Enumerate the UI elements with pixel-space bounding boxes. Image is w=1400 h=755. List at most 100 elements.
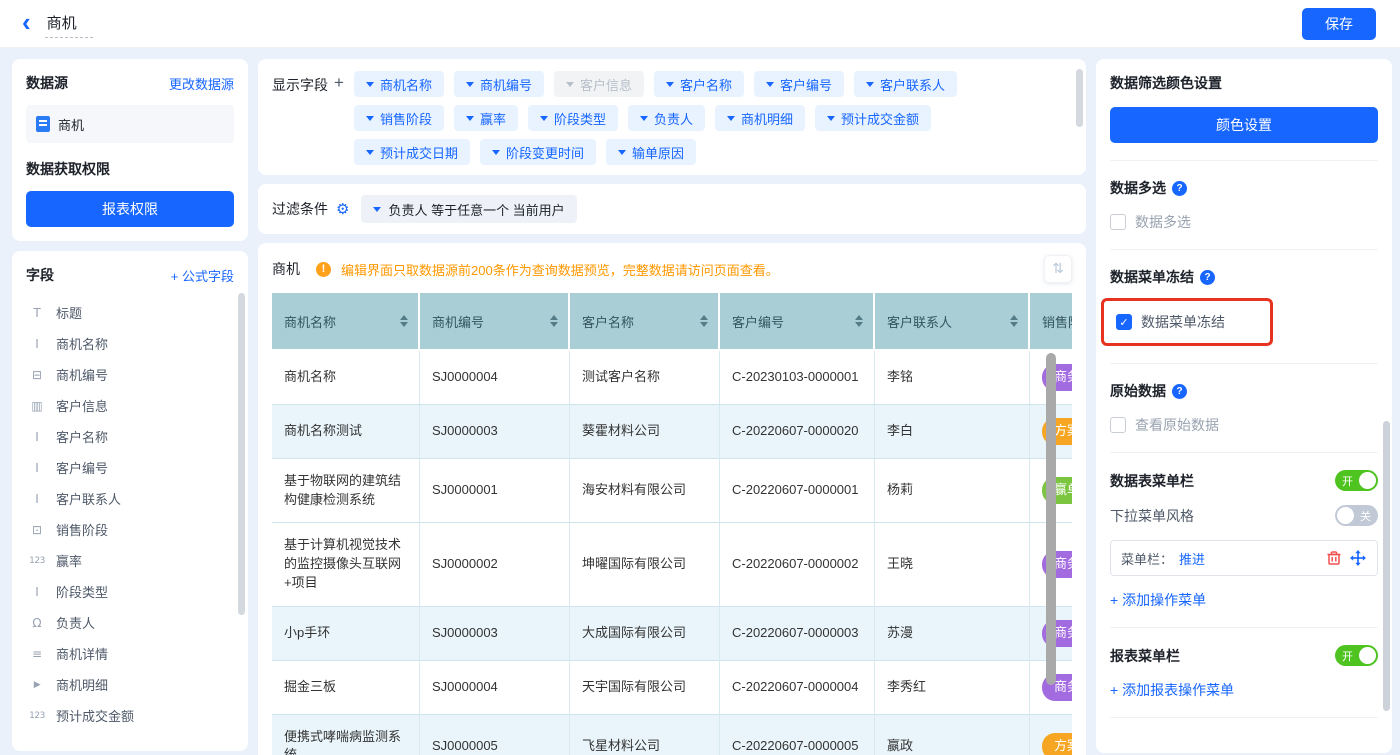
field-item[interactable]: Ω 负责人 xyxy=(26,607,234,638)
table-row[interactable]: 小p手环 SJ0000003 大成国际有限公司 C-20220607-00000… xyxy=(272,607,1072,661)
cell-customer-name: 测试客户名称 xyxy=(570,351,720,405)
field-label: 销售阶段 xyxy=(56,520,108,539)
cell-contact: 嬴政 xyxy=(875,715,1030,755)
display-field-chip[interactable]: 阶段变更时间 xyxy=(480,139,596,165)
table-row[interactable]: 商机名称 SJ0000004 测试客户名称 C-20230103-0000001… xyxy=(272,351,1072,405)
report-permission-button[interactable]: 报表权限 xyxy=(26,191,234,227)
column-header[interactable]: 客户联系人 xyxy=(875,293,1030,349)
datasource-name: 商机 xyxy=(58,115,84,134)
datasource-heading: 数据源 xyxy=(26,73,68,93)
field-item[interactable]: 123 赢率 xyxy=(26,545,234,576)
help-icon[interactable]: ? xyxy=(1172,384,1187,399)
checkbox-unchecked[interactable] xyxy=(1110,417,1126,433)
toggle-off-label: 关 xyxy=(1360,508,1371,524)
page-title[interactable]: 商机 xyxy=(45,10,93,38)
field-item[interactable]: ≡ 商机详情 xyxy=(26,638,234,669)
color-setting-button[interactable]: 颜色设置 xyxy=(1110,107,1378,143)
display-field-chip[interactable]: 销售阶段 xyxy=(354,105,444,131)
cell-contact: 李秀红 xyxy=(875,661,1030,715)
chips-scrollbar[interactable] xyxy=(1076,69,1083,127)
menu-freeze-heading: 数据菜单冻结 xyxy=(1110,267,1194,287)
raw-data-checkbox-row[interactable]: 查看原始数据 xyxy=(1110,415,1378,435)
multi-select-checkbox-row[interactable]: 数据多选 xyxy=(1110,212,1378,232)
table-row[interactable]: 掘金三板 SJ0000004 天宇国际有限公司 C-20220607-00000… xyxy=(272,661,1072,715)
checkbox-unchecked[interactable] xyxy=(1110,214,1126,230)
chip-label: 输单原因 xyxy=(632,143,684,162)
sort-icon[interactable] xyxy=(700,311,708,331)
column-header[interactable]: 商机名称 xyxy=(272,293,420,349)
menu-item-value[interactable]: 推进 xyxy=(1179,549,1319,568)
trash-icon[interactable] xyxy=(1325,549,1343,567)
preview-warning-text: 编辑界面只取数据源前200条作为查询数据预览，完整数据请访问页面查看。 xyxy=(341,260,1034,279)
display-field-chip[interactable]: 客户信息 xyxy=(554,71,644,97)
right-settings-panel: 数据筛选颜色设置 颜色设置 数据多选 ? 数据多选 数据菜单冻结 ? ✓ 数据菜… xyxy=(1096,59,1392,753)
display-field-chip[interactable]: 预计成交日期 xyxy=(354,139,470,165)
field-label: 客户联系人 xyxy=(56,489,121,508)
sort-icon[interactable] xyxy=(400,311,408,331)
add-display-field-button[interactable]: + xyxy=(334,73,344,93)
help-icon[interactable]: ? xyxy=(1200,270,1215,285)
field-item[interactable]: I 客户联系人 xyxy=(26,483,234,514)
fields-scrollbar[interactable] xyxy=(238,293,245,615)
move-icon[interactable] xyxy=(1349,549,1367,567)
sort-icon[interactable] xyxy=(1010,311,1018,331)
field-item[interactable]: I 客户名称 xyxy=(26,421,234,452)
display-field-chip[interactable]: 赢率 xyxy=(454,105,518,131)
display-field-chip[interactable]: 阶段类型 xyxy=(528,105,618,131)
change-datasource-link[interactable]: 更改数据源 xyxy=(169,74,234,93)
field-item[interactable]: ▦ 预计成交日期 xyxy=(26,731,234,737)
field-item[interactable]: I 阶段类型 xyxy=(26,576,234,607)
display-field-chip[interactable]: 负责人 xyxy=(628,105,705,131)
field-item[interactable]: ⊡ 销售阶段 xyxy=(26,514,234,545)
table-row[interactable]: 基于计算机视觉技术的监控摄像头互联网+项目 SJ0000002 坤曜国际有限公司… xyxy=(272,523,1072,607)
display-field-chip[interactable]: 预计成交金额 xyxy=(815,105,931,131)
field-item[interactable]: ⊟ 商机编号 xyxy=(26,359,234,390)
table-row[interactable]: 商机名称测试 SJ0000003 葵霍材料公司 C-20220607-00000… xyxy=(272,405,1072,459)
field-item[interactable]: T 标题 xyxy=(26,297,234,328)
display-field-chip[interactable]: 客户名称 xyxy=(654,71,744,97)
help-icon[interactable]: ? xyxy=(1172,181,1187,196)
gear-icon[interactable]: ⚙ xyxy=(336,200,349,218)
chevron-down-icon xyxy=(466,82,474,91)
dropdown-style-toggle[interactable]: 关 xyxy=(1335,505,1378,526)
filter-condition-chip[interactable]: 负责人 等于任意一个 当前用户 xyxy=(361,195,576,223)
sort-icon[interactable] xyxy=(855,311,863,331)
display-field-chip[interactable]: 商机编号 xyxy=(454,71,544,97)
column-header[interactable]: 销售阶段 xyxy=(1030,293,1072,349)
display-field-chip[interactable]: 商机名称 xyxy=(354,71,444,97)
field-label: 商机详情 xyxy=(56,644,108,663)
column-header[interactable]: 客户名称 xyxy=(570,293,720,349)
field-item[interactable]: I 商机名称 xyxy=(26,328,234,359)
column-header[interactable]: 商机编号 xyxy=(420,293,570,349)
document-icon xyxy=(36,116,50,132)
display-field-chip[interactable]: 商机明细 xyxy=(715,105,805,131)
display-field-chip[interactable]: 客户编号 xyxy=(754,71,844,97)
add-report-action-menu-link[interactable]: + 添加报表操作菜单 xyxy=(1110,680,1234,700)
right-panel-scrollbar[interactable] xyxy=(1383,421,1390,711)
table-row[interactable]: 基于物联网的建筑结构健康检测系统 SJ0000001 海安材料有限公司 C-20… xyxy=(272,459,1072,524)
report-menu-toggle[interactable]: 开 xyxy=(1335,645,1378,666)
checkbox-checked[interactable]: ✓ xyxy=(1116,314,1132,330)
display-field-chip[interactable]: 输单原因 xyxy=(606,139,696,165)
add-action-menu-link[interactable]: + 添加操作菜单 xyxy=(1110,590,1206,610)
sort-icon[interactable] xyxy=(550,311,558,331)
save-button[interactable]: 保存 xyxy=(1302,8,1376,40)
field-item[interactable]: ▶ 商机明细 xyxy=(26,669,234,700)
display-field-chip[interactable]: 客户联系人 xyxy=(854,71,957,97)
field-item[interactable]: I 客户编号 xyxy=(26,452,234,483)
permission-heading: 数据获取权限 xyxy=(26,159,234,179)
field-item[interactable]: ▥ 客户信息 xyxy=(26,390,234,421)
vertical-scrollbar[interactable] xyxy=(1046,353,1056,685)
menu-freeze-checkbox-row[interactable]: ✓ 数据菜单冻结 xyxy=(1116,312,1258,332)
column-header[interactable]: 客户编号 xyxy=(720,293,875,349)
field-type-icon: I xyxy=(26,337,48,351)
datasource-item[interactable]: 商机 xyxy=(26,105,234,143)
table-row[interactable]: 便携式哮喘病监测系统 SJ0000005 飞星材料公司 C-20220607-0… xyxy=(272,715,1072,755)
field-item[interactable]: 123 预计成交金额 xyxy=(26,700,234,731)
table-menu-toggle[interactable]: 开 xyxy=(1335,470,1378,491)
sort-order-button[interactable]: ⇅ xyxy=(1044,255,1072,283)
table-menu-heading: 数据表菜单栏 xyxy=(1110,471,1194,491)
cell-contact: 李铭 xyxy=(875,351,1030,405)
back-button[interactable]: ‹ xyxy=(22,12,31,32)
add-formula-field-link[interactable]: + 公式字段 xyxy=(171,266,234,285)
